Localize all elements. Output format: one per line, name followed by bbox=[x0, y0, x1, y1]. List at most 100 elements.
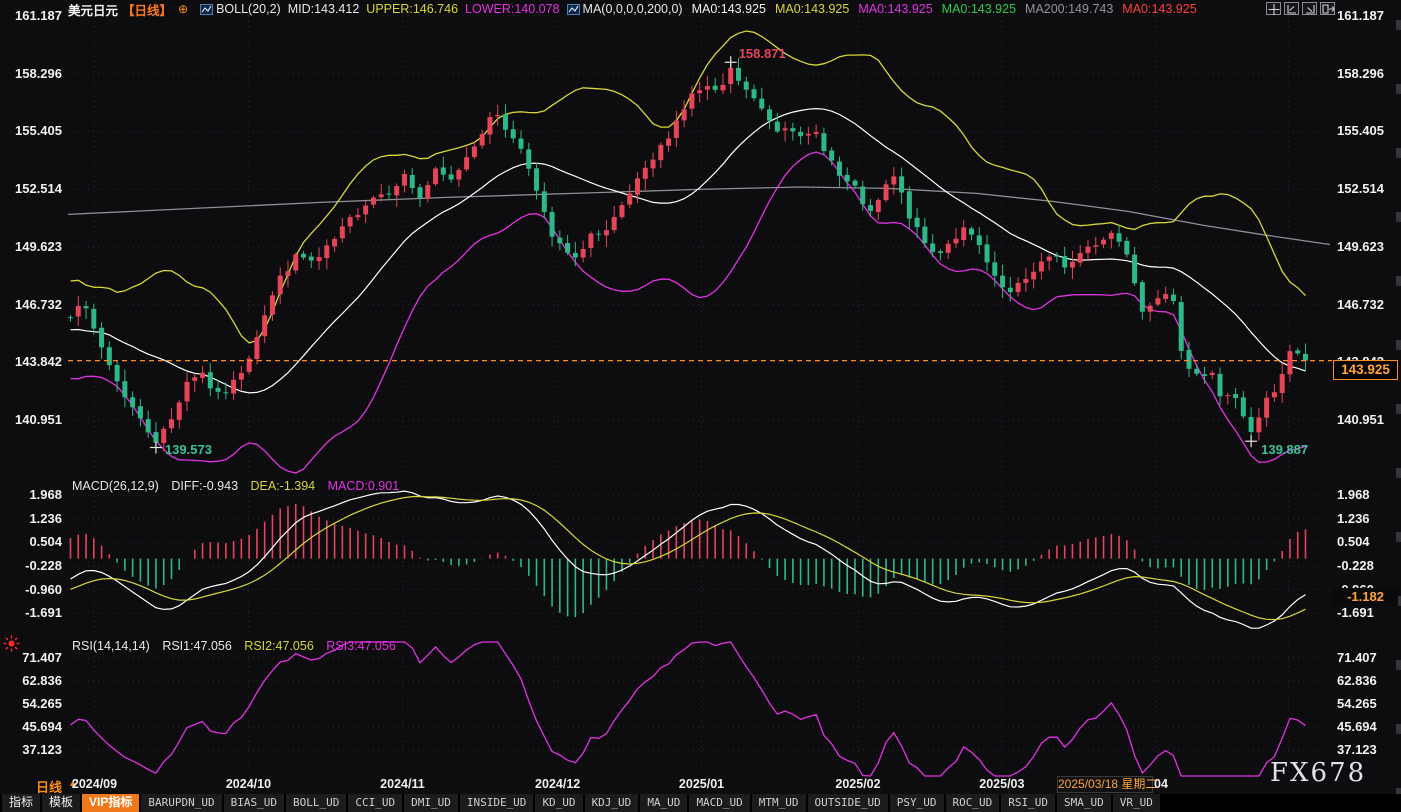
macd-dea-value: DEA:-1.394 bbox=[251, 479, 316, 493]
main-axis-label: 158.296 bbox=[0, 67, 62, 81]
toolbar-tab-vr_ud[interactable]: VR_UD bbox=[1113, 794, 1160, 812]
date-label: 2024/12 bbox=[535, 777, 580, 791]
toolbar-tab-vip指标[interactable]: VIP指标 bbox=[82, 794, 139, 812]
date-label: 2025/01 bbox=[679, 777, 724, 791]
toolbar-tab-ma_ud[interactable]: MA_UD bbox=[640, 794, 687, 812]
rsi-axis-label: 71.407 bbox=[1337, 651, 1377, 665]
toolbar-tab-cci_ud[interactable]: CCI_UD bbox=[348, 794, 402, 812]
ma-value: MA200:149.743 bbox=[1025, 2, 1113, 16]
toolbar-tab-roc_ud[interactable]: ROC_UD bbox=[946, 794, 1000, 812]
boll-chart-icon bbox=[200, 4, 213, 15]
main-axis-label: 155.405 bbox=[0, 124, 62, 138]
symbol-name: 美元日元 bbox=[68, 0, 118, 19]
main-axis-label: 152.514 bbox=[1337, 182, 1384, 196]
main-axis-label: 149.623 bbox=[1337, 240, 1384, 254]
ma-value: MA0:143.925 bbox=[692, 2, 766, 16]
boll-mid-value: MID:143.412 bbox=[288, 2, 360, 16]
macd-axis-label: 0.504 bbox=[0, 535, 62, 549]
ma-value: MA0:143.925 bbox=[1122, 2, 1196, 16]
rsi-title: RSI(14,14,14) bbox=[72, 639, 150, 653]
main-axis-label: 143.842 bbox=[0, 355, 62, 369]
trading-chart-app: 美元日元 【日线】 ⊕ BOLL(20,2) MID:143.412 UPPER… bbox=[0, 0, 1401, 812]
main-axis-label: 152.514 bbox=[0, 182, 62, 196]
main-axis-label: 146.732 bbox=[0, 298, 62, 312]
current-price-box: 143.925 bbox=[1333, 360, 1398, 380]
rsi3-value: RSI3:47.056 bbox=[326, 639, 396, 653]
toolbar-tab-bias_ud[interactable]: BIAS_UD bbox=[224, 794, 284, 812]
ma-chart-icon bbox=[567, 4, 580, 15]
toolbar-tab-kdj_ud[interactable]: KDJ_UD bbox=[585, 794, 639, 812]
date-label: 2025/03 bbox=[979, 777, 1024, 791]
macd-axis-label: 1.236 bbox=[0, 512, 62, 526]
date-label: 2024/11 bbox=[380, 777, 425, 791]
main-axis-label: 155.405 bbox=[1337, 124, 1384, 138]
toolbar-tab-kd_ud[interactable]: KD_UD bbox=[535, 794, 582, 812]
exit-fullscreen-icon[interactable] bbox=[1320, 2, 1335, 15]
toolbar-tab-outside_ud[interactable]: OUTSIDE_UD bbox=[808, 794, 888, 812]
toolbar-tab-sma_ud[interactable]: SMA_UD bbox=[1057, 794, 1111, 812]
date-axis: 日线 ▲ 2024/092024/102024/112024/122025/01… bbox=[0, 776, 1401, 794]
rsi-axis-label: 62.836 bbox=[1337, 674, 1377, 688]
move-icon[interactable] bbox=[1266, 2, 1281, 15]
main-axis-label: 158.296 bbox=[1337, 67, 1384, 81]
macd-axis-label: -0.960 bbox=[0, 583, 62, 597]
date-label: 2024/10 bbox=[226, 777, 271, 791]
toolbar-tab-指标[interactable]: 指标 bbox=[2, 794, 40, 812]
period-tag[interactable]: 【日线】 bbox=[122, 0, 172, 19]
macd-axis-label: -0.228 bbox=[1337, 559, 1374, 573]
date-label: 2024/09 bbox=[72, 777, 117, 791]
boll-lower-value: LOWER:140.078 bbox=[465, 2, 560, 16]
macd-pane-header: MACD(26,12,9) DIFF:-0.943 DEA:-1.394 MAC… bbox=[72, 479, 399, 493]
chart-window-controls bbox=[1266, 2, 1335, 15]
chart-canvas[interactable] bbox=[0, 0, 1401, 812]
rsi1-value: RSI1:47.056 bbox=[162, 639, 232, 653]
extreme-price-label: 139.573 bbox=[165, 442, 212, 457]
toolbar-tab-模板[interactable]: 模板 bbox=[42, 794, 80, 812]
rsi-axis-label: 54.265 bbox=[1337, 697, 1377, 711]
boll-label: BOLL(20,2) bbox=[216, 2, 281, 16]
main-axis-label: 140.951 bbox=[1337, 413, 1384, 427]
macd-axis-label: 1.968 bbox=[1337, 488, 1370, 502]
rsi-axis-label: 62.836 bbox=[0, 674, 62, 688]
rsi-axis-label: 45.694 bbox=[0, 720, 62, 734]
toolbar-tab-psy_ud[interactable]: PSY_UD bbox=[890, 794, 944, 812]
rsi2-value: RSI2:47.056 bbox=[244, 639, 314, 653]
pane-axis-left-icon[interactable] bbox=[1284, 2, 1299, 15]
toolbar-tab-barupdn_ud[interactable]: BARUPDN_UD bbox=[141, 794, 221, 812]
macd-axis-label: -1.691 bbox=[1337, 606, 1374, 620]
toolbar-tab-dmi_ud[interactable]: DMI_UD bbox=[404, 794, 458, 812]
toolbar-tab-boll_ud[interactable]: BOLL_UD bbox=[286, 794, 346, 812]
macd-axis-label: 0.504 bbox=[1337, 535, 1370, 549]
macd-axis-label: -1.691 bbox=[0, 606, 62, 620]
ma-values: MA0:143.925 MA0:143.925 MA0:143.925 MA0:143… bbox=[683, 2, 1197, 16]
date-label: 2025/02 bbox=[835, 777, 880, 791]
ma-value: MA0:143.925 bbox=[775, 2, 849, 16]
toolbar-tab-macd_ud[interactable]: MACD_UD bbox=[689, 794, 749, 812]
indicator-toolbar: 指标模板VIP指标BARUPDN_UDBIAS_UDBOLL_UDCCI_UDD… bbox=[0, 794, 1401, 812]
add-indicator-icon[interactable]: ⊕ bbox=[178, 2, 188, 16]
main-axis-label: 161.187 bbox=[1337, 9, 1384, 23]
toolbar-tab-inside_ud[interactable]: INSIDE_UD bbox=[460, 794, 534, 812]
toolbar-tab-rsi_ud[interactable]: RSI_UD bbox=[1001, 794, 1055, 812]
boll-upper-value: UPPER:146.746 bbox=[366, 2, 458, 16]
toolbar-tab-mtm_ud[interactable]: MTM_UD bbox=[752, 794, 806, 812]
extreme-price-label: 158.871 bbox=[739, 46, 786, 61]
main-axis-label: 161.187 bbox=[0, 9, 62, 23]
main-axis-label: 149.623 bbox=[0, 240, 62, 254]
rsi-axis-label: 71.407 bbox=[0, 651, 62, 665]
macd-macd-value: MACD:0.901 bbox=[328, 479, 400, 493]
chart-header: 美元日元 【日线】 ⊕ BOLL(20,2) MID:143.412 UPPER… bbox=[68, 1, 1197, 17]
rsi-axis-label: 37.123 bbox=[1337, 743, 1377, 757]
rsi-axis-label: 54.265 bbox=[0, 697, 62, 711]
alert-sun-icon[interactable] bbox=[3, 635, 20, 652]
extreme-price-label: 139.887 bbox=[1261, 442, 1308, 457]
main-axis-label: 140.951 bbox=[0, 413, 62, 427]
macd-cursor-box: -1.182 bbox=[1333, 588, 1398, 606]
macd-diff-value: DIFF:-0.943 bbox=[171, 479, 238, 493]
rsi-pane-header: RSI(14,14,14) RSI1:47.056 RSI2:47.056 RS… bbox=[72, 639, 396, 653]
ma-label: MA(0,0,0,0,200,0) bbox=[583, 2, 683, 16]
ma-value: MA0:143.925 bbox=[858, 2, 932, 16]
rsi-axis-label: 37.123 bbox=[0, 743, 62, 757]
macd-axis-label: 1.968 bbox=[0, 488, 62, 502]
pane-axis-right-icon[interactable] bbox=[1302, 2, 1317, 15]
